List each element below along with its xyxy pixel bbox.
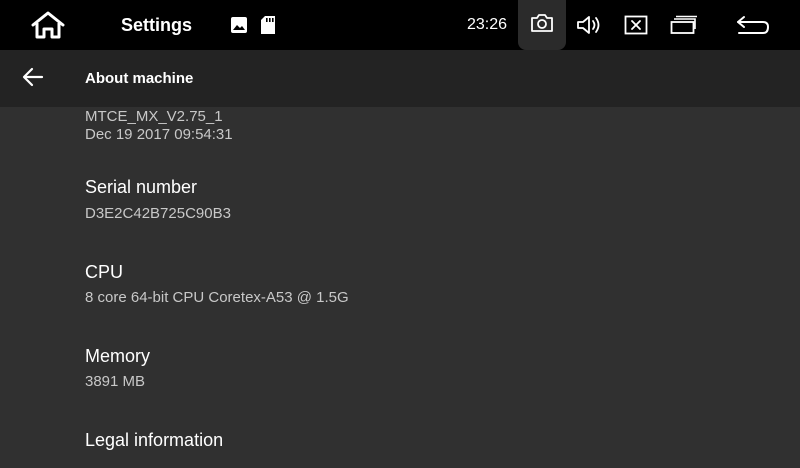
page-title: About machine — [85, 70, 194, 87]
sd-card-icon — [259, 0, 277, 50]
settings-list: MTCE_MX_V2.75_1 Dec 19 2017 09:54:31 Ser… — [0, 107, 800, 468]
app-bar: About machine — [0, 50, 800, 107]
back-return-icon[interactable] — [733, 0, 773, 50]
back-button[interactable] — [14, 60, 52, 98]
memory-title: Memory — [85, 346, 151, 366]
camera-button[interactable] — [518, 0, 566, 50]
clock: 23:26 — [467, 16, 508, 33]
home-icon[interactable] — [26, 0, 70, 50]
arrow-left-icon — [22, 67, 44, 92]
close-window-icon[interactable] — [622, 0, 650, 50]
cpu-value: 8 core 64-bit CPU Coretex-A53 @ 1.5G — [85, 289, 349, 306]
recent-apps-icon[interactable] — [668, 0, 700, 50]
serial-number-title: Serial number — [85, 177, 198, 197]
cpu-title: CPU — [85, 262, 124, 282]
memory-value: 3891 MB — [85, 373, 146, 390]
image-icon — [230, 0, 248, 50]
status-bar: Settings 23:26 — [0, 0, 800, 50]
camera-icon — [530, 13, 554, 38]
build-date: Dec 19 2017 09:54:31 — [85, 126, 233, 143]
legal-information-title: Legal information — [85, 430, 224, 450]
build-version: MTCE_MX_V2.75_1 — [85, 108, 223, 125]
volume-icon[interactable] — [574, 0, 606, 50]
serial-number-value: D3E2C42B725C90B3 — [85, 205, 231, 222]
status-bar-title: Settings — [121, 15, 193, 35]
